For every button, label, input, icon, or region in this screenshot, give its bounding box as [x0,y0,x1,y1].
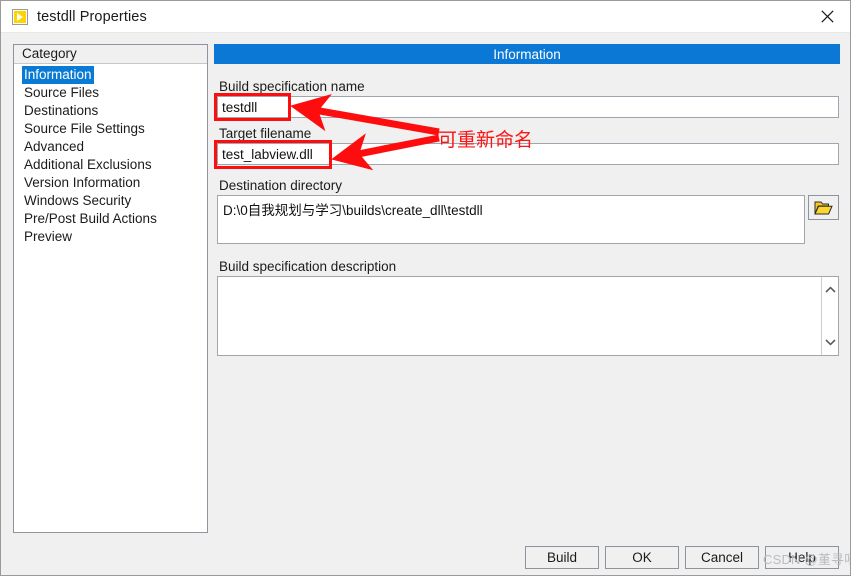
cancel-button[interactable]: Cancel [685,546,759,569]
title-bar-divider [1,32,850,33]
panel-header: Information [214,44,840,64]
labview-vi-icon [12,8,28,25]
sidebar-item-advanced[interactable]: Advanced [14,138,207,156]
destination-directory-input[interactable]: D:\0自我规划与学习\builds\create_dll\testdll [217,195,805,244]
sidebar-item-source-files[interactable]: Source Files [14,84,207,102]
build-spec-name-input[interactable]: testdll [217,96,839,118]
sidebar-item-preview[interactable]: Preview [14,228,207,246]
ok-button[interactable]: OK [605,546,679,569]
category-item-label: Information [22,66,94,84]
category-item-label: Additional Exclusions [24,157,152,172]
category-item-label: Source Files [24,85,100,100]
sidebar-item-destinations[interactable]: Destinations [14,102,207,120]
category-item-label: Windows Security [24,193,132,208]
build-button[interactable]: Build [525,546,599,569]
sidebar-item-information[interactable]: Information [14,66,207,84]
category-header: Category [14,45,207,64]
sidebar-item-pre-post-build-actions[interactable]: Pre/Post Build Actions [14,210,207,228]
destination-directory-label: Destination directory [219,178,343,193]
target-filename-input[interactable]: test_labview.dll [217,143,839,165]
category-item-label: Version Information [24,175,141,190]
title-bar: testdll Properties [1,1,850,32]
window-title: testdll Properties [37,8,147,25]
sidebar-item-additional-exclusions[interactable]: Additional Exclusions [14,156,207,174]
folder-open-icon[interactable] [808,195,839,220]
description-scrollbar[interactable] [821,277,838,355]
properties-dialog: testdll Properties Category Information … [0,0,851,576]
build-spec-description-label: Build specification description [219,259,397,274]
category-list: Information Source Files Destinations So… [14,64,207,246]
category-item-label: Destinations [24,103,99,118]
build-spec-name-label: Build specification name [219,79,365,94]
sidebar-item-source-file-settings[interactable]: Source File Settings [14,120,207,138]
category-list-box: Category Information Source Files Destin… [13,44,208,533]
category-item-label: Pre/Post Build Actions [24,211,157,226]
close-icon[interactable] [805,1,850,32]
chevron-up-icon[interactable] [824,281,836,299]
category-item-label: Preview [24,229,73,244]
sidebar-item-version-information[interactable]: Version Information [14,174,207,192]
help-button[interactable]: Help [765,546,839,569]
category-item-label: Advanced [24,139,85,154]
chevron-down-icon[interactable] [824,333,836,351]
category-item-label: Source File Settings [24,121,145,136]
sidebar-item-windows-security[interactable]: Windows Security [14,192,207,210]
target-filename-label: Target filename [219,126,312,141]
build-spec-description-textarea[interactable] [217,276,839,356]
